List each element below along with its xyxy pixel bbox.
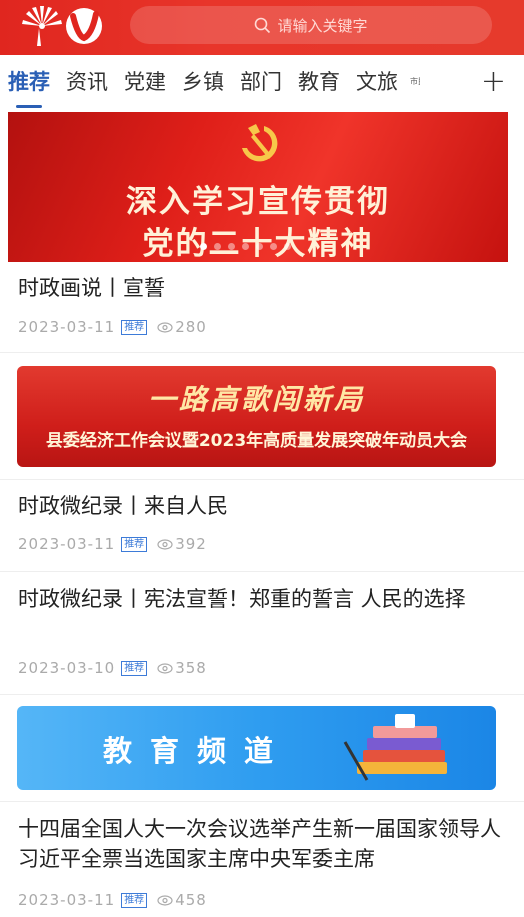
view-count: 392 [175,535,207,553]
tab-towns[interactable]: 乡镇 [182,66,224,96]
divider [0,801,524,802]
banner-line-1: 深入学习宣传贯彻 [126,184,390,220]
search-placeholder: 请输入关键字 [277,16,368,35]
article-date: 2023-03-11 [18,318,116,336]
article-date: 2023-03-10 [18,659,116,677]
article-title[interactable]: 时政微纪录丨宪法宣誓！郑重的誓言 人民的选择 [18,583,498,615]
divider [0,479,524,480]
divider [0,352,524,353]
tab-party[interactable]: 党建 [124,66,166,96]
party-emblem-icon [242,124,278,162]
brand-v-icon [66,8,102,44]
carousel-dot[interactable] [200,243,207,250]
tab-citizens[interactable]: 市民 [410,77,420,86]
eye-icon [157,321,173,333]
carousel-dot[interactable] [214,243,221,250]
recommend-badge: 推荐 [121,536,148,552]
carousel-dot[interactable] [284,243,291,250]
divider [0,571,524,572]
view-count: 280 [175,318,207,336]
carousel-dots [200,243,291,250]
tab-departments[interactable]: 部门 [240,66,282,96]
recommend-badge: 推荐 [121,892,148,908]
app-logo-icon [22,6,62,46]
carousel-dot[interactable] [242,243,249,250]
promo-title: 一路高歌闯新局 [147,383,365,416]
view-count: 458 [175,891,207,909]
add-channel-button[interactable]: + [481,64,506,99]
top-banner[interactable]: 深入学习宣传贯彻 党的二十大精神 [8,112,508,262]
search-bar[interactable]: 请输入关键字 [130,6,492,44]
divider [0,694,524,695]
tab-culture-tourism[interactable]: 文旅 [356,66,398,96]
banner-line-2: 党的二十大精神 [142,226,374,262]
search-icon [255,17,271,33]
article-meta: 2023-03-10 推荐 358 [18,659,207,677]
eye-icon [157,662,173,674]
news-promo-banner[interactable]: 一路高歌闯新局 县委经济工作会议暨2023年高质量发展突破年动员大会 [17,366,496,467]
article-title[interactable]: 十四届全国人大一次会议选举产生新一届国家领导人 习近平全票当选国家主席中央军委主… [18,814,510,874]
article-date: 2023-03-11 [18,891,116,909]
recommend-badge: 推荐 [121,660,148,676]
books-icon [343,714,447,781]
recommend-badge: 推荐 [121,319,148,335]
article-meta: 2023-03-11 推荐 280 [18,318,207,336]
article-meta: 2023-03-11 推荐 458 [18,891,207,909]
eye-icon [157,538,173,550]
tab-recommend[interactable]: 推荐 [8,66,50,108]
article-title[interactable]: 时政画说丨宣誓 [18,272,508,304]
tab-education[interactable]: 教育 [298,66,340,96]
education-channel-banner[interactable]: 教育频道 [17,706,496,790]
article-meta: 2023-03-11 推荐 392 [18,535,207,553]
tab-news[interactable]: 资讯 [66,66,108,96]
carousel-dot[interactable] [256,243,263,250]
carousel-dot[interactable] [228,243,235,250]
article-date: 2023-03-11 [18,535,116,553]
promo-subtitle: 县委经济工作会议暨2023年高质量发展突破年动员大会 [45,431,468,451]
carousel-dot[interactable] [270,243,277,250]
article-title[interactable]: 时政微纪录丨来自人民 [18,490,508,522]
education-banner-title: 教育频道 [103,734,292,768]
app-header: 请输入关键字 [0,0,524,55]
channel-tabs: 推荐 资讯 党建 乡镇 部门 教育 文旅 市民 [0,56,524,108]
view-count: 358 [175,659,207,677]
eye-icon [157,894,173,906]
